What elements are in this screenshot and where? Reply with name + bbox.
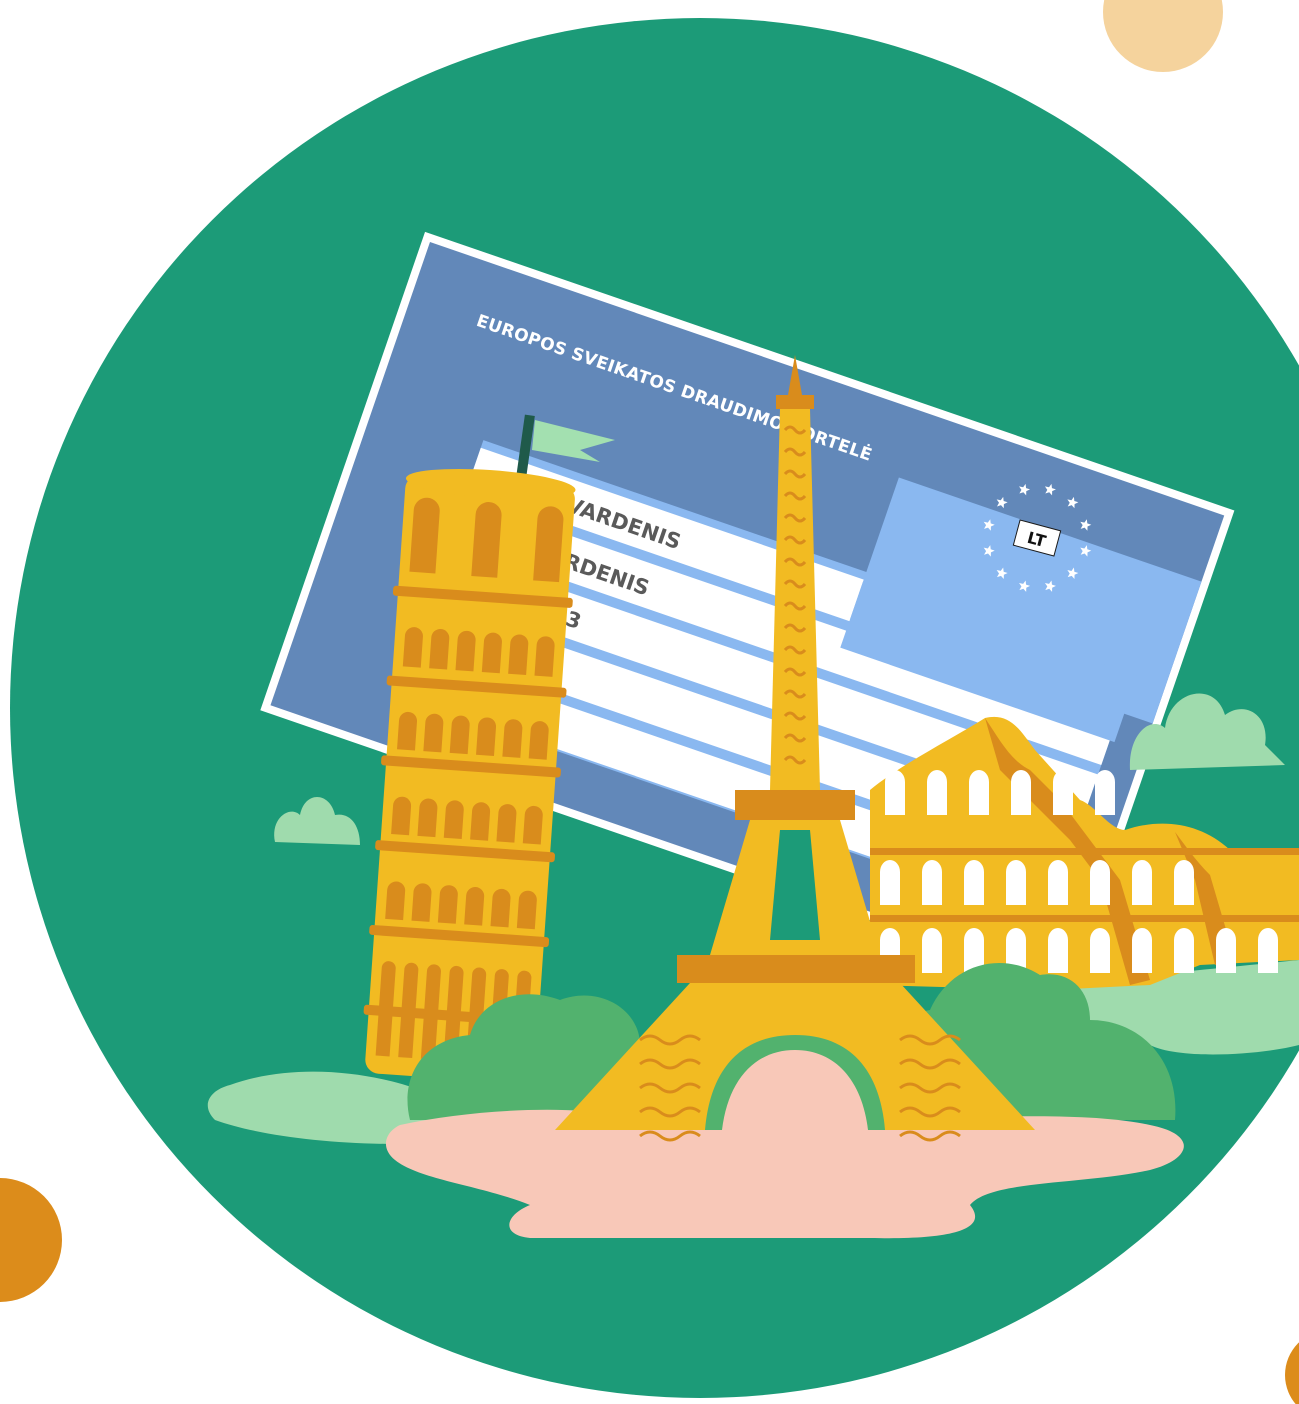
tower-arch — [502, 719, 523, 758]
tower-arch — [397, 711, 417, 751]
tower-arch — [522, 805, 543, 845]
tower-arch — [508, 634, 529, 676]
tower-arch — [471, 502, 502, 578]
tower-arch — [470, 802, 491, 841]
colosseum-arch — [880, 860, 900, 905]
colosseum-arch — [1174, 928, 1194, 973]
colosseum-arch — [969, 770, 989, 815]
colosseum-arch — [1132, 928, 1152, 973]
tower-arch — [490, 888, 511, 928]
orange-dot-right — [1285, 1342, 1299, 1404]
tower-arch — [391, 796, 412, 836]
colosseum-arch — [1174, 860, 1194, 905]
colosseum-arch — [927, 770, 947, 815]
peach-dot — [1103, 0, 1223, 72]
tower-arch — [423, 713, 444, 753]
tower-arch — [411, 883, 432, 922]
tower-arch — [417, 798, 438, 838]
colosseum-arch — [1011, 770, 1031, 815]
colosseum-arch — [1090, 928, 1110, 973]
colosseum-arch — [1053, 770, 1073, 815]
tower-arch — [533, 506, 564, 583]
colosseum-arch — [1048, 860, 1068, 905]
tower-arch — [481, 632, 502, 674]
tower-arch — [409, 497, 440, 574]
tower-arch — [443, 800, 464, 839]
tower-arch — [437, 885, 458, 924]
tower-arch — [402, 627, 423, 668]
tower-arch — [464, 887, 485, 926]
tower-arch — [528, 721, 549, 760]
colosseum-arch — [1132, 860, 1152, 905]
tower-arch — [455, 630, 476, 672]
tower-arch — [496, 804, 517, 843]
tower-arch — [516, 890, 537, 930]
tower-arch — [429, 628, 450, 670]
illustration: EUROPOS SVEIKATOS DRAUDIMO KORTELĖ AVARD… — [0, 0, 1299, 1404]
tower-arch — [385, 881, 406, 921]
colosseum-arch — [1258, 928, 1278, 973]
colosseum-arch — [1006, 860, 1026, 905]
tower-arch — [449, 715, 470, 755]
colosseum-arch — [1216, 928, 1236, 973]
colosseum-arch — [964, 860, 984, 905]
colosseum-arch — [922, 860, 942, 905]
colosseum-arch — [922, 928, 942, 973]
orange-dot-left — [0, 1178, 62, 1302]
colosseum-arch — [1090, 860, 1110, 905]
tower-arch — [476, 717, 497, 757]
colosseum-arch — [885, 770, 905, 815]
colosseum-arch — [1095, 770, 1115, 815]
tower-arch — [534, 636, 555, 677]
colosseum-arch — [1048, 928, 1068, 973]
